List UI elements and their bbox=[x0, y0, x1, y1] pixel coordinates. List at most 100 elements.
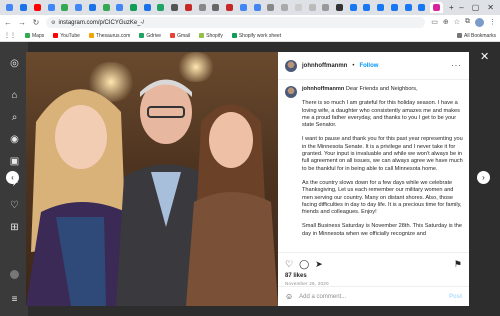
bookmark-shopify[interactable]: Shopify bbox=[199, 33, 223, 39]
bookmark-star-icon[interactable]: ☆ bbox=[454, 18, 460, 27]
browser-tab[interactable] bbox=[279, 2, 291, 13]
new-tab-icon[interactable]: + bbox=[445, 2, 457, 13]
caption-username[interactable]: johnhoffmanmn bbox=[302, 86, 344, 92]
share-icon[interactable]: ➤ bbox=[315, 259, 323, 270]
browser-tab[interactable] bbox=[169, 2, 181, 13]
browser-tab[interactable] bbox=[292, 2, 304, 13]
forward-icon[interactable]: → bbox=[18, 18, 26, 27]
browser-tab[interactable] bbox=[31, 2, 43, 13]
caption-author-avatar[interactable] bbox=[285, 86, 297, 98]
post-modal: johnhoffmanmn • Follow ··· johnhoffmanmn… bbox=[26, 52, 469, 306]
post-actions: ♡ ◯ ➤ ⚑ 87 likes November 26, 2020 bbox=[278, 252, 469, 286]
create-icon[interactable]: ⊞ bbox=[9, 222, 20, 233]
bookmark-youtube[interactable]: YouTube bbox=[53, 33, 80, 39]
zoom-icon[interactable]: ⊕ bbox=[443, 18, 449, 27]
browser-tab[interactable] bbox=[155, 2, 167, 13]
caption-greeting: Dear Friends and Neighbors, bbox=[345, 86, 418, 92]
extensions-icon[interactable]: ⧉ bbox=[465, 18, 470, 27]
browser-tab[interactable] bbox=[4, 2, 16, 13]
next-post-icon[interactable]: › bbox=[477, 171, 490, 184]
sheets-icon bbox=[231, 33, 237, 38]
author-avatar[interactable] bbox=[285, 59, 297, 72]
url-text: instagram.com/p/CICYGuzKe_-/ bbox=[58, 19, 145, 26]
browser-tab[interactable] bbox=[128, 2, 140, 13]
browser-tab[interactable] bbox=[375, 2, 387, 13]
search-icon[interactable]: ⌕ bbox=[9, 112, 20, 123]
browser-tab[interactable] bbox=[59, 2, 71, 13]
back-icon[interactable]: ← bbox=[4, 18, 12, 27]
bookmark-maps[interactable]: Maps bbox=[25, 33, 44, 39]
post-caption: johnhoffmanmn Dear Friends and Neighbors… bbox=[285, 86, 465, 252]
browser-tab[interactable] bbox=[210, 2, 222, 13]
browser-tab[interactable] bbox=[265, 2, 277, 13]
reels-icon[interactable]: ▣ bbox=[9, 156, 20, 167]
close-icon[interactable]: ✕ bbox=[480, 50, 489, 63]
all-bookmarks[interactable]: All Bookmarks bbox=[457, 33, 500, 39]
browser-tab[interactable] bbox=[141, 2, 153, 13]
menu-icon[interactable]: ⋮ bbox=[489, 18, 496, 27]
caption-paragraph: I want to pause and thank you for this p… bbox=[302, 136, 463, 172]
browser-tab[interactable] bbox=[73, 2, 85, 13]
browser-tab[interactable] bbox=[45, 2, 57, 13]
bookmark-gmail[interactable]: Gmail bbox=[170, 33, 190, 39]
browser-tab-strip: + – ▢ ✕ bbox=[0, 0, 500, 15]
browser-tab[interactable] bbox=[251, 2, 263, 13]
address-bar[interactable]: ⚙ instagram.com/p/CICYGuzKe_-/ bbox=[46, 17, 426, 28]
caption-paragraph: There is so much I am grateful for this … bbox=[302, 100, 460, 129]
browser-tab[interactable] bbox=[86, 2, 98, 13]
browser-tab[interactable] bbox=[347, 2, 359, 13]
caption-paragraph: As the country slows down for a few days… bbox=[302, 179, 462, 216]
follow-button[interactable]: Follow bbox=[359, 63, 378, 69]
browser-tab[interactable] bbox=[334, 2, 346, 13]
browser-tab[interactable] bbox=[183, 2, 195, 13]
gmail-icon bbox=[170, 33, 176, 38]
minimize-icon[interactable]: – bbox=[459, 3, 463, 12]
comment-input[interactable]: Add a comment... bbox=[299, 294, 346, 300]
browser-tab[interactable] bbox=[196, 2, 208, 13]
browser-tab[interactable] bbox=[320, 2, 332, 13]
notifications-icon[interactable]: ♡ bbox=[9, 200, 20, 211]
bookmarks-bar: ⋮⋮ Maps YouTube Thesaurus.com Gdrive Gma… bbox=[0, 30, 500, 42]
youtube-icon bbox=[53, 33, 59, 38]
explore-icon[interactable]: ◉ bbox=[9, 134, 20, 145]
more-options-icon[interactable]: ··· bbox=[451, 61, 462, 70]
browser-tab[interactable] bbox=[18, 2, 30, 13]
comment-icon[interactable]: ◯ bbox=[299, 259, 309, 270]
browser-tab[interactable] bbox=[237, 2, 249, 13]
apps-icon[interactable]: ⋮⋮ bbox=[4, 32, 16, 39]
bookmark-shopify-work-sheet[interactable]: Shopify work sheet bbox=[231, 33, 281, 39]
cast-icon[interactable]: ▭ bbox=[431, 18, 438, 27]
like-icon[interactable]: ♡ bbox=[285, 259, 293, 270]
browser-tab[interactable] bbox=[114, 2, 126, 13]
profile-icon[interactable] bbox=[9, 270, 20, 281]
instagram-logo-icon[interactable]: ◎ bbox=[9, 58, 20, 69]
thesaurus-icon bbox=[88, 33, 94, 38]
home-icon[interactable]: ⌂ bbox=[9, 90, 20, 101]
bookmark-thesaurus[interactable]: Thesaurus.com bbox=[88, 33, 130, 39]
close-window-icon[interactable]: ✕ bbox=[487, 3, 494, 12]
reload-icon[interactable]: ↻ bbox=[32, 18, 40, 27]
browser-tab[interactable] bbox=[306, 2, 318, 13]
site-info-icon[interactable]: ⚙ bbox=[51, 20, 55, 26]
save-icon[interactable]: ⚑ bbox=[454, 259, 462, 270]
browser-tab-active[interactable] bbox=[429, 2, 444, 13]
window-controls: – ▢ ✕ bbox=[459, 3, 500, 12]
photo-people-illustration bbox=[26, 79, 278, 306]
bookmark-gdrive[interactable]: Gdrive bbox=[139, 33, 161, 39]
browser-tab[interactable] bbox=[402, 2, 414, 13]
profile-avatar[interactable] bbox=[475, 18, 484, 27]
browser-tab[interactable] bbox=[361, 2, 373, 13]
comment-bar: ☺ Add a comment... Post bbox=[278, 286, 469, 306]
previous-post-icon[interactable]: ‹ bbox=[6, 171, 19, 184]
more-menu-icon[interactable]: ≡ bbox=[9, 294, 20, 305]
likes-count[interactable]: 87 likes bbox=[285, 273, 462, 279]
emoji-icon[interactable]: ☺ bbox=[285, 292, 293, 301]
post-comment-button[interactable]: Post bbox=[449, 294, 462, 300]
maps-icon bbox=[25, 33, 30, 38]
browser-tab[interactable] bbox=[416, 2, 428, 13]
browser-tab[interactable] bbox=[389, 2, 401, 13]
maximize-icon[interactable]: ▢ bbox=[472, 3, 480, 12]
author-username[interactable]: johnhoffmanmn bbox=[302, 63, 347, 69]
browser-tab[interactable] bbox=[224, 2, 236, 13]
browser-tab[interactable] bbox=[100, 2, 112, 13]
